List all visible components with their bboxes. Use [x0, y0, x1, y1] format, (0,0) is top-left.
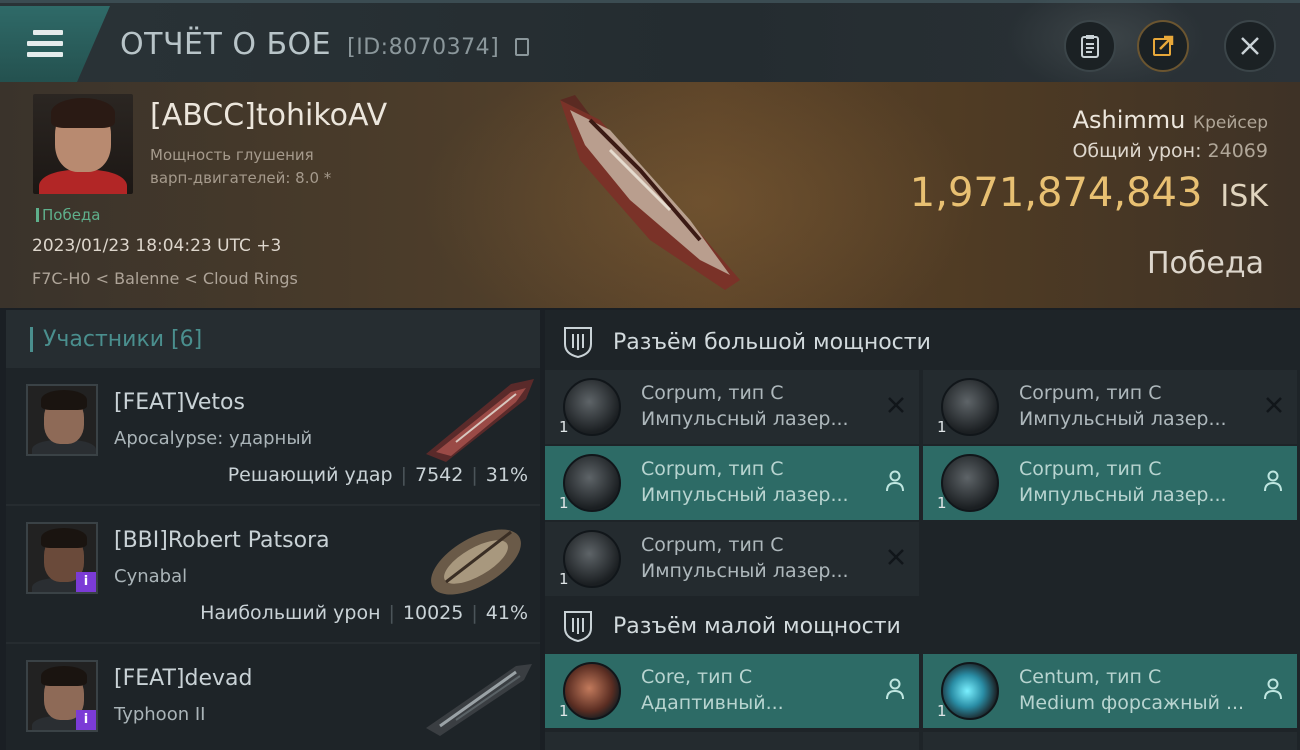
info-badge-icon[interactable]: i: [76, 710, 96, 730]
pulse-laser-icon: [563, 378, 621, 436]
participant-ship-image: [426, 664, 532, 736]
low-slot-icon: [564, 611, 592, 642]
participant-name: [FEAT]devad: [114, 666, 253, 691]
participant-ship: Cynabal: [114, 566, 188, 587]
victim-ship-image[interactable]: [530, 90, 770, 300]
participants-header: Участники [6]: [6, 310, 540, 368]
armor-hardener-icon: [563, 662, 621, 720]
dropped-person-icon: [1264, 678, 1282, 700]
afterburner-icon: [941, 662, 999, 720]
info-badge-icon[interactable]: i: [76, 572, 96, 592]
destroyed-icon: [888, 397, 904, 413]
fitting-panel: Разъём большой мощности 1 Corpum, тип C …: [545, 310, 1300, 750]
participant-percent: 41%: [485, 602, 528, 624]
victim-name[interactable]: [ABCC]tohikoAV: [150, 98, 387, 133]
share-button[interactable]: [1137, 20, 1189, 72]
dropped-person-icon: [1264, 470, 1282, 492]
victim-summary: [ABCC]tohikoAV Мощность глушения варп-дв…: [0, 82, 1300, 308]
participant-percent: 31%: [485, 464, 528, 486]
menu-button[interactable]: [0, 6, 110, 82]
module-item[interactable]: 1 Centum, тип C Medium форсажный ...: [923, 654, 1297, 728]
title-bar: ОТЧЁТ О БОЕ [ID:8070374]: [0, 0, 1300, 93]
status-badge: Победа: [36, 206, 101, 224]
victim-ship-class: Крейсер: [1193, 113, 1268, 133]
warp-scramble-strength: Мощность глушения варп-двигателей: 8.0 *: [150, 146, 332, 187]
high-slots-header: Разъём большой мощности: [545, 312, 1300, 372]
kill-location[interactable]: F7C-H0 < Balenne < Cloud Rings: [32, 269, 298, 288]
pulse-laser-icon: [941, 378, 999, 436]
report-id: [ID:8070374]: [347, 35, 500, 60]
participant-row[interactable]: [FEAT]Vetos Apocalypse: ударный Решающий…: [6, 368, 540, 506]
participant-ship: Typhoon II: [114, 704, 206, 725]
participant-role: Наибольший урон: [200, 602, 381, 624]
hamburger-icon: [27, 30, 63, 58]
isk-value: 1,971,874,843 ISK: [909, 170, 1268, 216]
destroyed-icon: [888, 549, 904, 565]
dropped-person-icon: [886, 470, 904, 492]
module-item[interactable]: 1 Corpum, тип C Импульсный лазер...: [545, 370, 919, 444]
page-title: ОТЧЁТ О БОЕ [ID:8070374]: [120, 27, 530, 62]
module-item-partial[interactable]: [545, 732, 919, 750]
page-title-text: ОТЧЁТ О БОЕ: [120, 27, 332, 62]
close-icon: [1241, 37, 1259, 55]
participant-name: [BBI]Robert Patsora: [114, 528, 330, 553]
total-damage: Общий урон: 24069: [1072, 140, 1268, 162]
victim-avatar[interactable]: [33, 94, 133, 194]
pulse-laser-icon: [563, 530, 621, 588]
participant-damage: 10025: [402, 602, 464, 624]
module-item[interactable]: 1 Corpum, тип C Импульсный лазер...: [545, 522, 919, 596]
participant-ship-image: [426, 379, 534, 462]
clipboard-icon: [1081, 35, 1099, 58]
module-item[interactable]: 1 Core, тип C Адаптивный...: [545, 654, 919, 728]
victim-ship[interactable]: Ashimmu Крейсер: [1073, 106, 1268, 134]
pulse-laser-icon: [941, 454, 999, 512]
participant-ship-image: [431, 529, 521, 595]
module-item[interactable]: 1 Corpum, тип C Импульсный лазер...: [923, 446, 1297, 520]
participant-row[interactable]: i [FEAT]devad Typhoon II: [6, 644, 540, 750]
battle-result: Победа: [1147, 246, 1264, 281]
module-item[interactable]: 1 Corpum, тип C Импульсный лазер...: [923, 370, 1297, 444]
destroyed-icon: [1266, 397, 1282, 413]
participant-row[interactable]: i [BBI]Robert Patsora Cynabal Наибольший…: [6, 506, 540, 644]
pulse-laser-icon: [563, 454, 621, 512]
participant-name: [FEAT]Vetos: [114, 390, 245, 415]
clipboard-button[interactable]: [1064, 20, 1116, 72]
participant-stats: Решающий удар | 7542 | 31%: [227, 464, 528, 486]
participant-role: Решающий удар: [227, 464, 393, 486]
dropped-person-icon: [886, 678, 904, 700]
copy-icon[interactable]: [515, 38, 530, 56]
kill-datetime: 2023/01/23 18:04:23 UTC +3: [32, 236, 282, 256]
participants-panel: Участники [6] [FEAT]Vetos Apocalypse: уд…: [6, 310, 540, 750]
participant-stats: Наибольший урон | 10025 | 41%: [200, 602, 528, 624]
low-slots-header: Разъём малой мощности: [545, 596, 1300, 656]
high-slot-icon: [564, 327, 592, 358]
close-button[interactable]: [1224, 20, 1276, 72]
participant-damage: 7542: [415, 464, 464, 486]
participant-ship: Apocalypse: ударный: [114, 428, 313, 449]
share-icon: [1153, 35, 1174, 56]
module-item[interactable]: 1 Corpum, тип C Импульсный лазер...: [545, 446, 919, 520]
participant-avatar[interactable]: [26, 384, 98, 456]
module-item-partial[interactable]: [923, 732, 1297, 750]
